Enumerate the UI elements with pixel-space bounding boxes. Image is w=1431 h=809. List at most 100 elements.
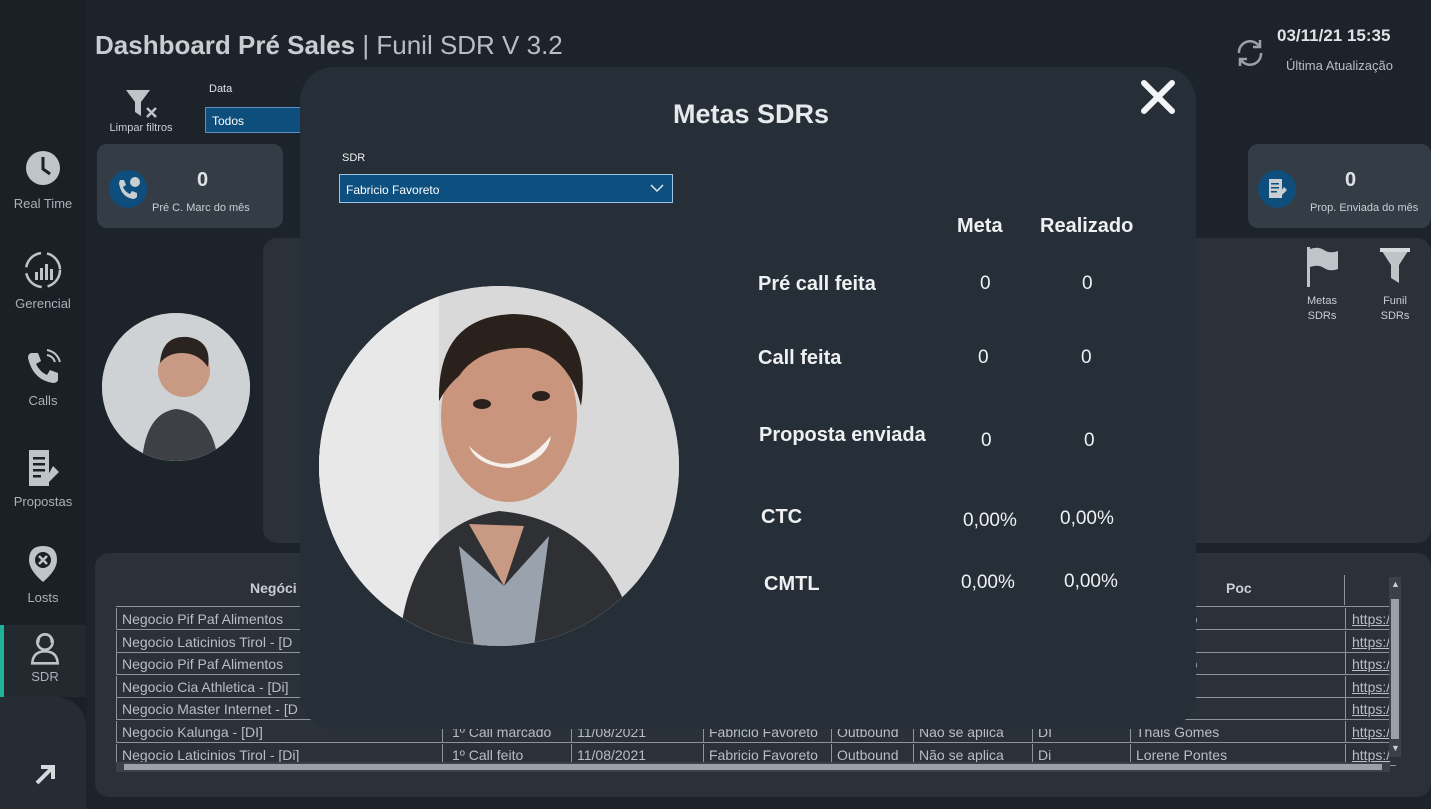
metric-realizado: 0 [1084,430,1095,451]
funil-label-line1: Funil [1383,295,1407,307]
metric-meta: 0,00% [961,572,1015,593]
kpi-label: Pré C. Marc do mês [152,202,250,214]
cell-divider [1345,653,1346,676]
kpi-card-proposta: 0 Prop. Enviada do mês [1248,144,1431,228]
cell-negocio: Negocio Kalunga - [DI] [122,724,263,740]
sidebar-item-propostas[interactable]: Propostas [0,448,86,509]
sdr-photo [319,286,679,646]
cell-link[interactable]: https:/ [1352,747,1390,763]
flag-icon [1307,247,1338,287]
sidebar-item-label: Real Time [13,196,73,211]
phone-question-icon [109,170,147,208]
metric-label: Proposta enviada [759,424,926,446]
last-update-label: Última Atualização [1286,58,1393,73]
kpi-label: Prop. Enviada do mês [1310,202,1419,214]
proposal-icon [1258,170,1296,208]
metas-label-line1: Metas [1307,295,1337,307]
sidebar-item-label: Losts [27,590,59,605]
metric-realizado: 0 [1082,273,1093,294]
metric-label: Call feita [758,347,842,369]
cell-date: 11/08/2021 [577,746,647,763]
cell-divider [1345,698,1346,721]
scroll-up-icon[interactable]: ▲ [1391,579,1400,589]
funnel-icon [1380,248,1410,283]
datetime: 03/11/21 15:35 [1277,26,1391,45]
table-horizontal-scrollbar[interactable] [116,762,1390,772]
metric-meta: 0 [981,430,992,451]
table-vertical-scrollbar[interactable]: ▲ ▼ [1389,577,1401,757]
sidebar-item-label: Propostas [13,494,73,509]
title-bold: Dashboard Pré Sales [95,30,356,60]
sdr-select[interactable]: Fabricio Favoreto [339,174,673,203]
sidebar-item-losts[interactable]: Losts [0,544,86,605]
title-version: Funil SDR V 3.2 [376,30,563,60]
funil-label-line2: SDRs [1380,310,1410,322]
metas-sdrs-button[interactable]: Metas SDRs [1302,245,1342,322]
clock-icon [26,151,60,185]
header-divider [1344,575,1345,605]
metric-label: Pré call feita [758,273,876,295]
cell-divider [116,653,117,676]
cell-divider [1345,721,1346,743]
scroll-thumb[interactable] [1391,599,1399,739]
kpi-value: 0 [197,169,209,191]
cell-negocio: Negocio Cia Athletica - [Di] [122,678,289,695]
sidebar-item-label: Gerencial [15,296,71,311]
metric-label: CMTL [764,573,820,595]
cell-divider [116,675,117,698]
cell-link[interactable]: https:/ [1352,679,1390,695]
cell-link[interactable]: https:/ [1352,611,1390,627]
cell-negocio: Negocio Laticinios Tirol - [Di] [122,746,300,763]
sidebar-item-calls[interactable]: Calls [0,347,86,408]
cell-link[interactable]: https:/ [1352,701,1390,717]
cell-status: 1º Call feito [452,746,524,763]
cell-negocio: Negocio Master Internet - [D [122,701,298,718]
cell-sdr: Fabricio Favoreto [709,746,818,763]
refresh-icon[interactable] [1233,36,1267,70]
expand-arrow-icon[interactable] [33,761,59,787]
metas-sdrs-modal: Metas SDRs SDR Fabricio Favoreto Meta Re… [300,67,1196,729]
metric-meta: 0 [980,273,991,294]
sidebar-item-gerencial[interactable]: Gerencial [0,250,86,311]
sidebar-item-sdr[interactable]: SDR [0,625,86,697]
sidebar: Real Time Gerencial Calls Propostas Lost… [0,0,86,809]
funil-sdrs-button[interactable]: Funil SDRs [1375,245,1415,322]
table-header-negocio[interactable]: Negóci [250,580,297,596]
sidebar-item-real-time[interactable]: Real Time [0,150,86,211]
cell-negocio: Negocio Pif Paf Alimentos [122,611,284,627]
scroll-down-icon[interactable]: ▼ [1391,743,1400,753]
metas-label-line2: SDRs [1307,310,1337,322]
avatar [102,313,250,461]
phone-icon [28,349,61,383]
sidebar-item-label: Calls [28,393,58,408]
cell-link[interactable]: https:/ [1352,724,1390,740]
modal-title: Metas SDRs [672,99,830,129]
scroll-thumb[interactable] [124,764,1382,770]
kpi-value: 0 [1345,169,1357,191]
sidebar-footer [0,697,86,809]
metric-realizado: 0 [1081,347,1092,368]
date-filter-select[interactable]: Todos [205,107,315,133]
metric-realizado: 0,00% [1064,571,1118,592]
cell-divider [1345,675,1346,698]
clear-filters-button[interactable]: Limpar filtros [105,88,177,134]
cell-divider [116,721,117,743]
sdr-filter-label: SDR [342,152,366,164]
date-filter-label: Data [209,83,233,95]
cell-divider [1345,608,1346,630]
cell-poc: Lorene Pontes [1136,746,1228,763]
metric-realizado: 0,00% [1060,508,1114,529]
metric-meta: 0,00% [963,510,1017,531]
chart-icon [24,251,62,289]
col-realizado-header: Realizado [1040,215,1134,237]
cell-link[interactable]: https:/ [1352,656,1390,672]
close-icon[interactable] [1138,77,1178,117]
cell-divider [1345,630,1346,653]
metric-label: CTC [761,506,803,528]
cell-di: Di [1038,746,1052,763]
sidebar-item-label: SDR [31,669,59,684]
table-header-poc[interactable]: Poc [1226,580,1252,596]
cell-link[interactable]: https:/ [1352,634,1390,650]
cell-type: Outbound [837,746,899,763]
page-title: Dashboard Pré Sales | Funil SDR V 3.2 [95,30,563,61]
